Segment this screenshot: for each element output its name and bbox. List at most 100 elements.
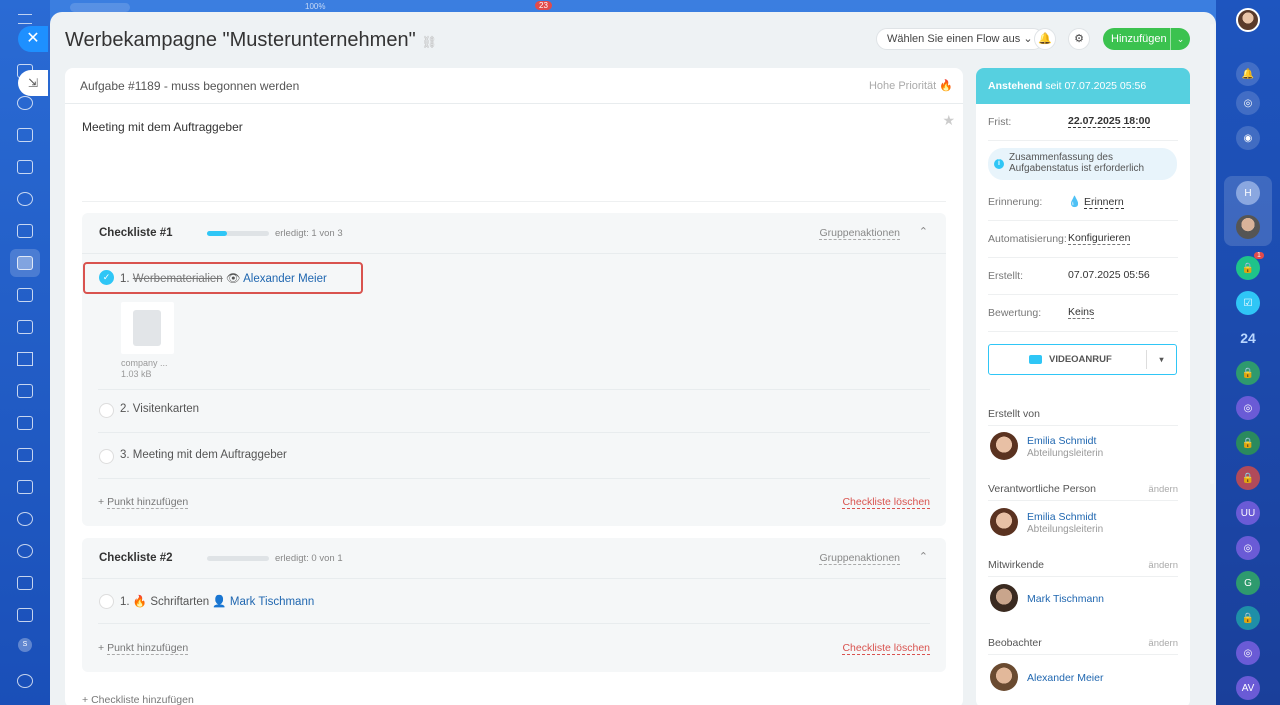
item-user-link[interactable]: Mark Tischmann <box>230 596 314 608</box>
documents-icon[interactable] <box>17 224 33 238</box>
responsible-person[interactable]: Emilia Schmidt Abteilungsleiterin <box>988 508 1178 538</box>
creator[interactable]: Emilia Schmidt Abteilungsleiterin <box>988 432 1178 462</box>
search-chat-icon[interactable]: ◉ <box>1236 126 1260 150</box>
cart-icon[interactable] <box>17 384 33 398</box>
observer[interactable]: Alexander Meier <box>988 663 1178 693</box>
group-actions-link[interactable]: Gruppenaktionen <box>819 227 900 240</box>
deadline-row: Frist: 22.07.2025 18:00 <box>988 104 1178 141</box>
add-point-link[interactable]: + Punkt hinzufügen <box>98 642 189 655</box>
top-strip: 100% 23 <box>50 0 1216 12</box>
calendar-icon[interactable] <box>17 288 33 302</box>
delete-checklist-link[interactable]: Checkliste löschen <box>842 496 930 509</box>
chat-avatar-h[interactable]: H <box>1236 181 1260 205</box>
flow-select[interactable]: Wählen Sie einen Flow aus ⌄ <box>876 28 1044 50</box>
contacts-icon[interactable] <box>17 192 33 206</box>
video-call-dropdown[interactable]: ▾ <box>1146 350 1176 369</box>
summary-note: i Zusammenfassung des Aufgabenstatus ist … <box>988 148 1177 180</box>
chat-avatar-g[interactable]: G <box>1236 571 1260 595</box>
item-label: Schriftarten <box>150 596 210 608</box>
support-icon[interactable] <box>17 674 33 688</box>
board-icon[interactable] <box>17 320 33 334</box>
person-name[interactable]: Emilia Schmidt <box>1027 435 1096 447</box>
file-attachment[interactable] <box>121 302 174 354</box>
flow-select-label: Wählen Sie einen Flow aus <box>887 33 1021 45</box>
bell-button[interactable]: 🔔 <box>1034 28 1056 50</box>
participants-section: Mitwirkende ändern <box>988 559 1178 577</box>
change-responsible-link[interactable]: ändern <box>1148 484 1178 495</box>
add-button[interactable]: Hinzufügen ⌄ <box>1103 28 1190 50</box>
deadline-value[interactable]: 22.07.2025 18:00 <box>1068 115 1151 128</box>
add-dropdown-icon[interactable]: ⌄ <box>1170 28 1190 50</box>
collapse-chevron-icon[interactable]: ⌃ <box>919 225 928 238</box>
page-title: Werbekampagne "Musterunternehmen" ⛓ <box>65 29 437 52</box>
feed-icon[interactable] <box>17 128 33 142</box>
menu-icon[interactable] <box>18 14 32 24</box>
shield-icon[interactable] <box>17 608 33 622</box>
target-icon[interactable] <box>17 544 33 558</box>
automation-link[interactable]: Konfigurieren <box>1068 232 1131 245</box>
rating-link[interactable]: Keins <box>1068 306 1095 319</box>
settings-button[interactable]: ⚙ <box>1068 28 1090 50</box>
chat-avatar-person[interactable] <box>1236 215 1260 239</box>
notifications-icon[interactable]: 🔔 <box>1236 62 1260 86</box>
store-icon[interactable]: S <box>18 638 32 652</box>
checklist-item[interactable]: 2. Visitenkarten <box>98 388 930 433</box>
scrollbar[interactable] <box>1210 24 1214 484</box>
priority-toggle[interactable]: Hohe Priorität 🔥 <box>869 68 953 104</box>
checkbox-unchecked[interactable] <box>99 403 114 418</box>
favorite-star-icon[interactable]: ★ <box>942 112 955 129</box>
checklist-item[interactable]: 1. 🔥 Schriftarten 👤 Mark Tischmann <box>98 579 930 624</box>
checkbox-checked[interactable]: ✓ <box>99 270 114 285</box>
checklist-progress-bar <box>207 556 269 561</box>
filter-icon[interactable] <box>17 416 33 430</box>
change-observers-link[interactable]: ändern <box>1148 638 1178 649</box>
delete-checklist-link[interactable]: Checkliste löschen <box>842 642 930 655</box>
b24-icon[interactable]: 24 <box>1236 326 1260 350</box>
chat-avatar-av[interactable]: AV <box>1236 676 1260 700</box>
lock-chat-icon[interactable]: 🔒 <box>1236 256 1260 280</box>
lock-dark-green-icon[interactable]: 🔒 <box>1236 431 1260 455</box>
checklist-item[interactable]: 3. Meeting mit dem Auftraggeber <box>98 434 930 479</box>
pulse-purple-icon-3[interactable]: ◎ <box>1236 641 1260 665</box>
lock-teal-icon[interactable]: 🔒 <box>1236 606 1260 630</box>
add-checklist-link[interactable]: + Checkliste hinzufügen <box>82 694 194 705</box>
add-point-link[interactable]: + Punkt hinzufügen <box>98 496 189 509</box>
chat-avatar-uu[interactable]: UU <box>1236 501 1260 525</box>
chat-icon[interactable] <box>17 160 33 174</box>
reminder-link[interactable]: 💧 Erinnern <box>1068 195 1124 209</box>
signature-icon[interactable] <box>17 576 33 590</box>
card-icon[interactable] <box>17 448 33 462</box>
pulse-purple-icon[interactable]: ◎ <box>1236 396 1260 420</box>
collapse-chevron-icon[interactable]: ⌃ <box>919 550 928 563</box>
item-user-link[interactable]: Alexander Meier <box>243 273 327 285</box>
checkbox-unchecked[interactable] <box>99 449 114 464</box>
close-slider-button[interactable]: ✕ <box>18 26 48 52</box>
minimize-slider-button[interactable]: ⇲ <box>18 70 48 96</box>
person-name[interactable]: Mark Tischmann <box>1027 593 1104 605</box>
copy-link-icon[interactable]: ⛓ <box>422 35 437 49</box>
user-avatar[interactable] <box>1236 8 1260 32</box>
checkbox-unchecked[interactable] <box>99 594 114 609</box>
item-number: 2. <box>120 403 130 415</box>
tasks-chat-icon[interactable]: ☑ <box>1236 291 1260 315</box>
checklist-item[interactable]: ✓ 1. Werbematerialien 👁 Alexander Meier … <box>83 258 930 390</box>
robot-icon[interactable] <box>17 512 33 526</box>
change-participants-link[interactable]: ändern <box>1148 560 1178 571</box>
file-size: 1.03 kB <box>121 369 152 379</box>
tasks-icon[interactable] <box>17 256 33 270</box>
pulse-icon[interactable]: ◎ <box>1236 91 1260 115</box>
person-name[interactable]: Emilia Schmidt <box>1027 511 1096 523</box>
analytics-icon[interactable] <box>17 352 33 366</box>
person-name[interactable]: Alexander Meier <box>1027 672 1103 684</box>
schedule-icon[interactable] <box>17 480 33 494</box>
lock-red-icon[interactable]: 🔒 <box>1236 466 1260 490</box>
settings-icon[interactable] <box>17 96 33 110</box>
pulse-purple-icon-2[interactable]: ◎ <box>1236 536 1260 560</box>
checklist-done-count: erledigt: 0 von 1 <box>275 553 343 564</box>
group-actions-link[interactable]: Gruppenaktionen <box>819 552 900 565</box>
checklist-header: Checkliste #2 erledigt: 0 von 1 Gruppena… <box>82 538 946 579</box>
participant[interactable]: Mark Tischmann <box>988 584 1178 614</box>
reminder-value: Erinnern <box>1084 196 1124 209</box>
lock-green-icon[interactable]: 🔒 <box>1236 361 1260 385</box>
video-call-button[interactable]: VIDEOANRUF ▾ <box>988 344 1177 375</box>
